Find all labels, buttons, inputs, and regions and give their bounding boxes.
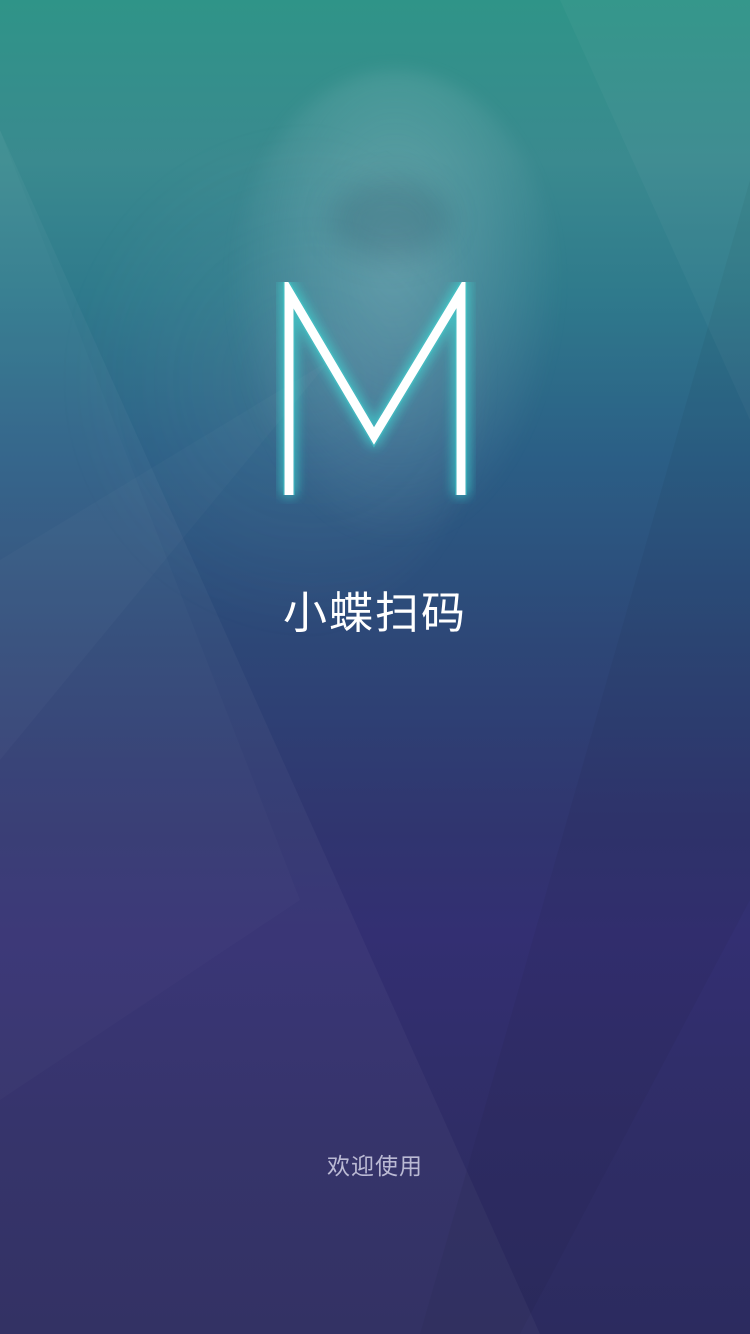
app-name: 小蝶扫码 bbox=[283, 588, 467, 639]
welcome-text: 欢迎使用 bbox=[327, 1154, 423, 1180]
background-facets bbox=[420, 180, 750, 1334]
m-logo-icon bbox=[283, 282, 467, 495]
splash-screen: 小蝶扫码 欢迎使用 bbox=[0, 0, 750, 1334]
